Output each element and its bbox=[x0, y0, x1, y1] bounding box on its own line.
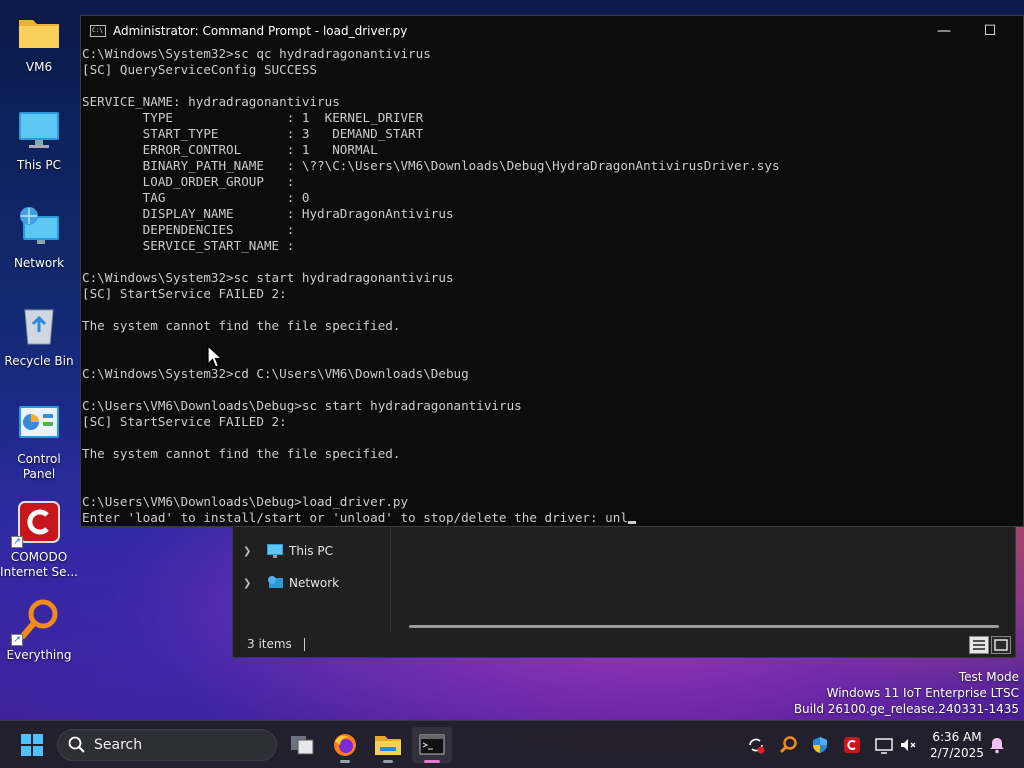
minimize-button[interactable]: — bbox=[921, 16, 967, 46]
clock-date: 2/7/2025 bbox=[930, 746, 984, 760]
console-line: START_TYPE : 3 DEMAND_START bbox=[82, 126, 424, 141]
nav-item-label: This PC bbox=[289, 544, 333, 558]
file-explorer-window[interactable]: ❯ This PC ❯ Network 3 items bbox=[232, 524, 1016, 658]
maximize-icon: ☐ bbox=[983, 23, 997, 39]
console-line: SERVICE_START_NAME : bbox=[82, 238, 295, 253]
terminal-taskbar-button[interactable] bbox=[412, 727, 452, 763]
terminal-icon bbox=[419, 734, 445, 755]
text-cursor bbox=[627, 521, 636, 524]
display-icon[interactable] bbox=[874, 735, 894, 755]
security-shield-icon[interactable] bbox=[810, 735, 830, 755]
horizontal-scrollbar[interactable] bbox=[409, 625, 999, 628]
start-icon bbox=[21, 734, 43, 756]
console-line: [SC] QueryServiceConfig SUCCESS bbox=[82, 62, 318, 77]
task-view-button[interactable] bbox=[282, 727, 322, 763]
nav-item-network[interactable]: ❯ Network bbox=[243, 572, 339, 594]
console-line: [SC] StartService FAILED 2: bbox=[82, 414, 287, 429]
sync-icon[interactable] bbox=[746, 735, 766, 755]
comodo-icon[interactable] bbox=[842, 735, 862, 755]
minimize-icon: — bbox=[937, 23, 951, 39]
chevron-right-icon[interactable]: ❯ bbox=[243, 578, 257, 589]
console-line: C:\Windows\System32>sc start hydradragon… bbox=[82, 270, 454, 285]
console-line: C:\Windows\System32>cd C:\Users\VM6\Down… bbox=[82, 366, 469, 381]
details-view-icon bbox=[973, 640, 985, 650]
console-line: LOAD_ORDER_GROUP : bbox=[82, 174, 295, 189]
window-title: Administrator: Command Prompt - load_dri… bbox=[113, 24, 408, 38]
everything-search-icon[interactable] bbox=[778, 735, 798, 755]
search-placeholder: Search bbox=[94, 737, 143, 753]
console-line: The system cannot find the file specifie… bbox=[82, 318, 401, 333]
console-line: The system cannot find the file specifie… bbox=[82, 446, 401, 461]
clock-time: 6:36 AM bbox=[932, 730, 982, 744]
monitor-icon bbox=[267, 544, 283, 558]
desktop-icon-this-pc[interactable]: This PC bbox=[0, 108, 78, 173]
network-icon bbox=[17, 206, 61, 250]
desktop-icon-control-panel[interactable]: Control Panel bbox=[0, 402, 78, 482]
desktop-icon-network[interactable]: Network bbox=[0, 206, 78, 271]
input-prompt: Enter 'load' to install/start or 'unload… bbox=[82, 510, 606, 525]
mouse-pointer-icon bbox=[207, 345, 223, 368]
comodo-icon: ↗ bbox=[11, 500, 61, 548]
shortcut-arrow-icon: ↗ bbox=[11, 634, 23, 646]
console-line: SERVICE_NAME: hydradragonantivirus bbox=[82, 94, 340, 109]
tiles-view-icon bbox=[994, 639, 1008, 651]
mute-icon[interactable] bbox=[898, 735, 918, 755]
taskbar-search-box[interactable]: Search bbox=[57, 729, 277, 761]
recycle-bin-icon bbox=[17, 304, 61, 348]
console-line: C:\Windows\System32>sc qc hydradragonant… bbox=[82, 46, 431, 61]
console-line: DEPENDENCIES : bbox=[82, 222, 295, 237]
console-lines: C:\Windows\System32>sc qc hydradragonant… bbox=[82, 46, 780, 509]
chevron-right-icon[interactable]: ❯ bbox=[243, 546, 257, 557]
everything-search-icon: ↗ bbox=[11, 598, 61, 646]
file-explorer-icon bbox=[375, 736, 401, 755]
nav-item-this-pc[interactable]: ❯ This PC bbox=[243, 540, 333, 562]
console-line: ERROR_CONTROL : 1 NORMAL bbox=[82, 142, 378, 157]
item-count: 3 items bbox=[247, 637, 292, 651]
firefox-taskbar-button[interactable] bbox=[325, 727, 365, 763]
console-line: DISPLAY_NAME : HydraDragonAntivirus bbox=[82, 206, 454, 221]
console-icon: C:\ bbox=[90, 25, 106, 37]
file-explorer-taskbar-button[interactable] bbox=[368, 727, 408, 763]
network-icon bbox=[268, 576, 283, 588]
status-bar: 3 items bbox=[233, 631, 1015, 657]
title-bar[interactable]: C:\ Administrator: Command Prompt - load… bbox=[81, 16, 1023, 46]
search-icon bbox=[68, 736, 85, 753]
folder-icon bbox=[17, 10, 61, 54]
command-prompt-window[interactable]: C:\ Administrator: Command Prompt - load… bbox=[80, 15, 1024, 527]
test-mode-watermark: Test Mode Windows 11 IoT Enterprise LTSC… bbox=[793, 670, 1019, 716]
task-view-icon bbox=[291, 736, 314, 755]
desktop-icon-everything[interactable]: ↗ Everything bbox=[0, 598, 78, 663]
notification-bell-icon[interactable] bbox=[987, 735, 1007, 755]
start-button[interactable] bbox=[12, 727, 52, 763]
desktop-icon-vm6[interactable]: VM6 bbox=[0, 10, 78, 75]
nav-item-label: Network bbox=[289, 576, 340, 590]
console-output[interactable]: C:\Windows\System32>sc qc hydradragonant… bbox=[81, 46, 1023, 526]
console-line: C:\Users\VM6\Downloads\Debug>load_driver… bbox=[82, 494, 409, 509]
console-line: BINARY_PATH_NAME : \??\C:\Users\VM6\Down… bbox=[82, 158, 780, 173]
taskbar: Search 6:36 AM 2/7/2025 bbox=[0, 720, 1024, 768]
desktop-icon-recycle-bin[interactable]: Recycle Bin bbox=[0, 304, 78, 369]
console-line: [SC] StartService FAILED 2: bbox=[82, 286, 287, 301]
tiles-view-button[interactable] bbox=[991, 636, 1011, 654]
console-line: C:\Users\VM6\Downloads\Debug>sc start hy… bbox=[82, 398, 522, 413]
navigation-pane: ❯ This PC ❯ Network bbox=[233, 525, 391, 633]
monitor-icon bbox=[17, 108, 61, 152]
details-view-button[interactable] bbox=[969, 636, 989, 654]
control-panel-icon bbox=[17, 402, 61, 446]
console-line: TYPE : 1 KERNEL_DRIVER bbox=[82, 110, 424, 125]
maximize-button[interactable]: ☐ bbox=[967, 16, 1013, 46]
console-input[interactable]: unl bbox=[605, 510, 628, 525]
desktop-icon-comodo[interactable]: ↗ COMODO Internet Se... bbox=[0, 500, 78, 580]
clock[interactable]: 6:36 AM 2/7/2025 bbox=[928, 729, 986, 761]
console-line: TAG : 0 bbox=[82, 190, 310, 205]
firefox-icon bbox=[334, 734, 356, 756]
shortcut-arrow-icon: ↗ bbox=[11, 536, 23, 548]
